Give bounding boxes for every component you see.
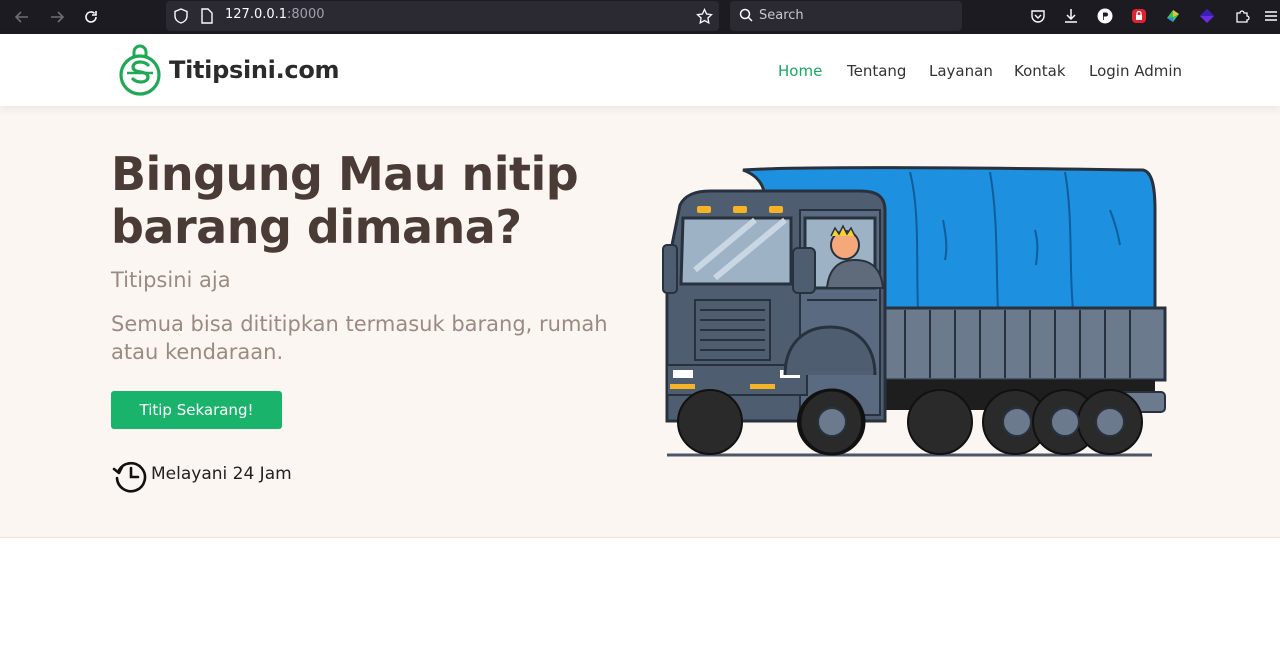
extension-lock-button[interactable] bbox=[1128, 5, 1150, 27]
pocket-icon bbox=[1031, 10, 1045, 23]
shield-icon[interactable] bbox=[174, 8, 188, 24]
arrow-left-icon bbox=[14, 11, 28, 23]
nav-tentang[interactable]: Tentang bbox=[847, 62, 906, 80]
reload-icon bbox=[85, 11, 97, 23]
colorful-extension-icon bbox=[1167, 10, 1179, 22]
lock-extension-icon bbox=[1132, 9, 1146, 23]
downloads-button[interactable] bbox=[1060, 5, 1082, 27]
star-icon[interactable] bbox=[696, 8, 713, 25]
download-icon bbox=[1065, 9, 1077, 23]
extension-p-button[interactable] bbox=[1094, 5, 1116, 27]
service-hours-text: Melayani 24 Jam bbox=[151, 464, 292, 484]
menu-button[interactable] bbox=[1262, 5, 1280, 27]
page-icon[interactable] bbox=[201, 8, 213, 24]
hamburger-icon bbox=[1265, 11, 1277, 21]
arrow-right-icon bbox=[51, 11, 65, 23]
search-placeholder[interactable]: Search bbox=[759, 8, 804, 23]
nav-kontak[interactable]: Kontak bbox=[1014, 62, 1066, 80]
nav-layanan[interactable]: Layanan bbox=[929, 62, 993, 80]
extensions-button[interactable] bbox=[1231, 5, 1253, 27]
hero-subtitle: Titipsini aja bbox=[111, 268, 231, 292]
p-extension-icon bbox=[1097, 8, 1113, 24]
back-button[interactable] bbox=[9, 4, 35, 30]
diamond-extension-icon bbox=[1200, 9, 1214, 23]
puzzle-icon bbox=[1236, 10, 1250, 23]
forward-button[interactable] bbox=[44, 4, 70, 30]
nav-login-admin[interactable]: Login Admin bbox=[1089, 62, 1182, 80]
brand-name[interactable]: Titipsini.com bbox=[169, 56, 340, 84]
nav-home[interactable]: Home bbox=[778, 62, 822, 80]
reload-button[interactable] bbox=[78, 4, 104, 30]
url-text[interactable]: 127.0.0.1:8000 bbox=[225, 7, 325, 22]
titip-sekarang-button[interactable]: Titip Sekarang! bbox=[111, 391, 282, 429]
clock-history-icon bbox=[112, 461, 147, 493]
browser-toolbar: 127.0.0.1:8000 Search bbox=[0, 0, 1280, 34]
hero-title: Bingung Mau nitip barang dimana? bbox=[111, 147, 579, 254]
pocket-button[interactable] bbox=[1027, 5, 1049, 27]
extension-diamond-button[interactable] bbox=[1196, 5, 1218, 27]
hero-description: Semua bisa dititipkan termasuk barang, r… bbox=[111, 312, 608, 364]
url-host: 127.0.0.1 bbox=[225, 7, 288, 22]
logo-icon[interactable] bbox=[118, 44, 162, 96]
url-port: :8000 bbox=[287, 7, 325, 22]
truck-illustration bbox=[662, 166, 1167, 457]
site-header: Titipsini.com Home Tentang Layanan Konta… bbox=[0, 34, 1280, 106]
search-icon bbox=[739, 8, 753, 22]
extension-color-button[interactable] bbox=[1162, 5, 1184, 27]
